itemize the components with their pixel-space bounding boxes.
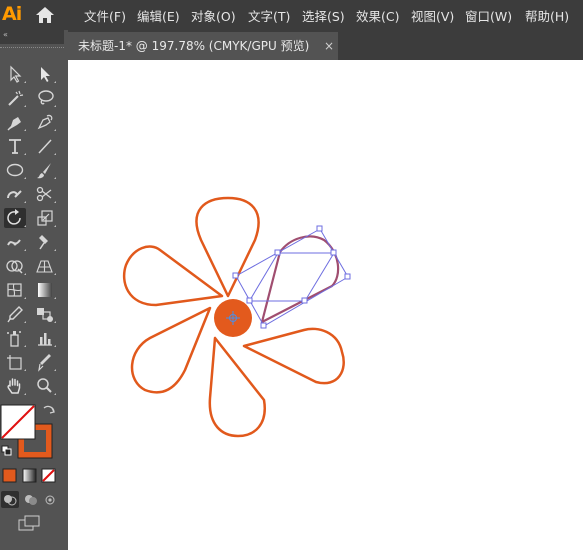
magic-wand-tool-icon[interactable] <box>4 88 26 108</box>
symbol-sprayer-tool-icon[interactable] <box>4 328 26 348</box>
menu-type[interactable]: 文字(T) <box>248 6 290 25</box>
gradient-tool-icon[interactable] <box>34 280 56 300</box>
close-tab-icon[interactable]: × <box>324 32 334 60</box>
zoom-tool-icon[interactable] <box>34 376 56 396</box>
menu-file[interactable]: 文件(F) <box>84 6 126 25</box>
menu-view[interactable]: 视图(V) <box>411 6 454 25</box>
puppet-warp-tool-icon[interactable] <box>34 232 56 252</box>
type-tool-icon[interactable] <box>4 136 26 156</box>
flower-petal <box>195 196 260 298</box>
menu-bar: Ai 文件(F) 编辑(E) 对象(O) 文字(T) 选择(S) 效果(C) 视… <box>0 0 583 30</box>
color-mode-buttons[interactable] <box>0 466 64 486</box>
line-segment-tool-icon[interactable] <box>34 136 56 156</box>
shape-builder-tool-icon[interactable] <box>4 256 26 276</box>
app-logo: Ai <box>2 3 22 25</box>
lasso-tool-icon[interactable] <box>34 88 56 108</box>
tools-panel-header: « <box>0 30 64 44</box>
eyedropper-tool-icon[interactable] <box>4 304 26 324</box>
panel-grip[interactable] <box>0 47 64 50</box>
mesh-tool-icon[interactable] <box>4 280 26 300</box>
menu-effect[interactable]: 效果(C) <box>356 6 399 25</box>
menu-edit[interactable]: 编辑(E) <box>137 6 180 25</box>
artboard-canvas[interactable] <box>68 60 583 550</box>
rotate-tool-icon[interactable] <box>4 208 26 228</box>
flower-petal <box>130 306 212 394</box>
gradient-button-icon <box>22 468 37 483</box>
scissors-tool-icon[interactable] <box>34 184 56 204</box>
menu-help[interactable]: 帮助(H) <box>525 6 569 25</box>
color-button-icon <box>2 468 17 483</box>
menu-select[interactable]: 选择(S) <box>302 6 345 25</box>
swap-colors-icon <box>43 405 55 414</box>
ellipse-tool-icon[interactable] <box>4 160 26 180</box>
home-icon[interactable] <box>33 4 57 26</box>
column-graph-tool-icon[interactable] <box>34 328 56 348</box>
menu-window[interactable]: 窗口(W) <box>465 6 512 25</box>
selection-tool-icon[interactable] <box>4 64 26 84</box>
collapse-panel-icon[interactable]: « <box>3 30 8 39</box>
draw-mode-buttons[interactable] <box>0 490 64 510</box>
menu-object[interactable]: 对象(O) <box>191 6 236 25</box>
scale-tool-icon[interactable] <box>34 208 56 228</box>
perspective-grid-tool-icon[interactable] <box>34 256 56 276</box>
screen-mode-icon[interactable] <box>17 514 43 534</box>
hand-tool-icon[interactable] <box>4 376 26 396</box>
shaper-tool-icon[interactable] <box>4 184 26 204</box>
paintbrush-tool-icon[interactable] <box>34 160 56 180</box>
width-tool-icon[interactable] <box>4 232 26 252</box>
curvature-tool-icon[interactable] <box>34 112 56 132</box>
direct-selection-tool-icon[interactable] <box>34 64 56 84</box>
artboard-tool-icon[interactable] <box>4 352 26 372</box>
document-tab-title: 未标题-1* @ 197.78% (CMYK/GPU 预览) <box>78 39 310 53</box>
document-tab[interactable]: 未标题-1* @ 197.78% (CMYK/GPU 预览) × <box>68 32 338 60</box>
blend-tool-icon[interactable] <box>34 304 56 324</box>
document-tab-bar: 未标题-1* @ 197.78% (CMYK/GPU 预览) × <box>68 30 583 60</box>
fill-stroke-swatches[interactable] <box>0 402 64 468</box>
pen-tool-icon[interactable] <box>4 112 26 132</box>
flower-artwork[interactable] <box>68 60 583 550</box>
flower-petal <box>242 327 345 385</box>
slice-tool-icon[interactable] <box>34 352 56 372</box>
tools-panel: « <box>0 30 64 550</box>
selected-flower-petal <box>260 235 340 324</box>
